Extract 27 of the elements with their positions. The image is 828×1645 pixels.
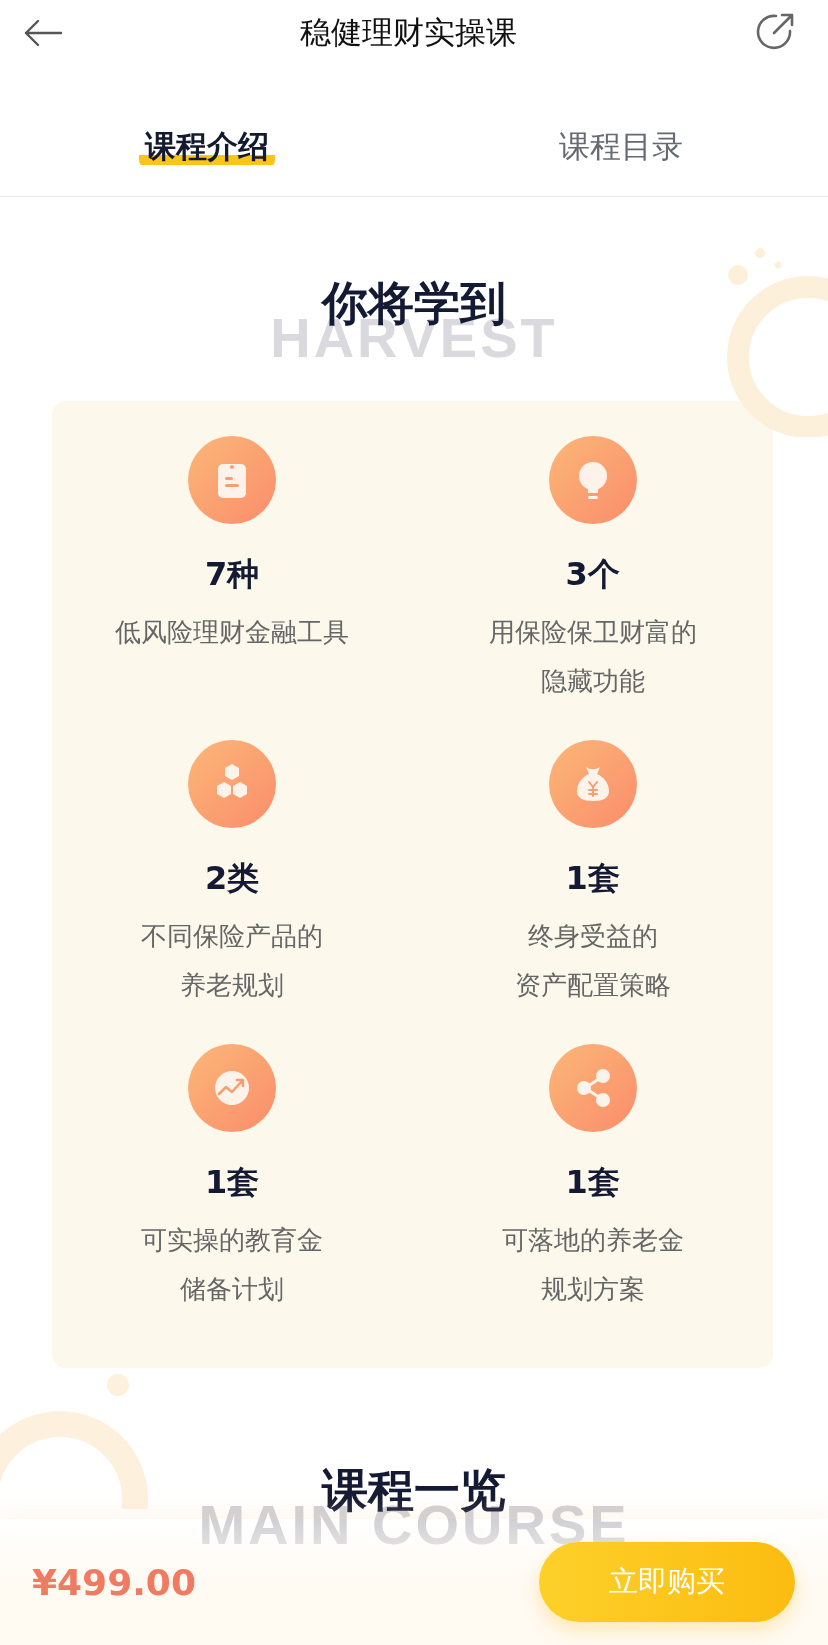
- trend-chart-icon: [188, 1044, 277, 1132]
- light-bulb-icon: [548, 436, 637, 524]
- description-text: 可实操的教育金: [141, 1224, 324, 1257]
- tab[interactable]: 课程目录: [553, 126, 689, 168]
- hexagons-icon: [188, 740, 277, 828]
- count-text: 7种: [205, 554, 260, 594]
- count-text: 1套: [565, 1162, 620, 1202]
- page-title: 稳健理财实操课: [300, 13, 517, 52]
- back-arrow-icon[interactable]: [23, 18, 63, 48]
- count-text: 1套: [205, 1162, 260, 1202]
- description-text: 隐藏功能: [540, 665, 645, 698]
- count-text: 3个: [565, 554, 620, 594]
- money-bag-icon: [548, 740, 637, 828]
- description-text: 不同保险产品的: [141, 920, 324, 953]
- description-text: 终身受益的: [527, 920, 658, 953]
- description-text: 储备计划: [180, 1273, 285, 1306]
- count-text: 2类: [205, 858, 260, 898]
- price-text: ¥499.00: [32, 1561, 196, 1603]
- description-text: 养老规划: [180, 969, 285, 1002]
- description-text: 用保险保卫财富的: [488, 616, 697, 649]
- description-text: 规划方案: [540, 1273, 645, 1306]
- share-icon: [548, 1044, 637, 1132]
- description-text: 可落地的养老金: [501, 1224, 684, 1257]
- description-text: 资产配置策略: [514, 969, 671, 1002]
- count-text: 1套: [565, 858, 620, 898]
- clipboard-icon: [188, 436, 277, 524]
- description-text: 低风险理财金融工具: [115, 616, 350, 649]
